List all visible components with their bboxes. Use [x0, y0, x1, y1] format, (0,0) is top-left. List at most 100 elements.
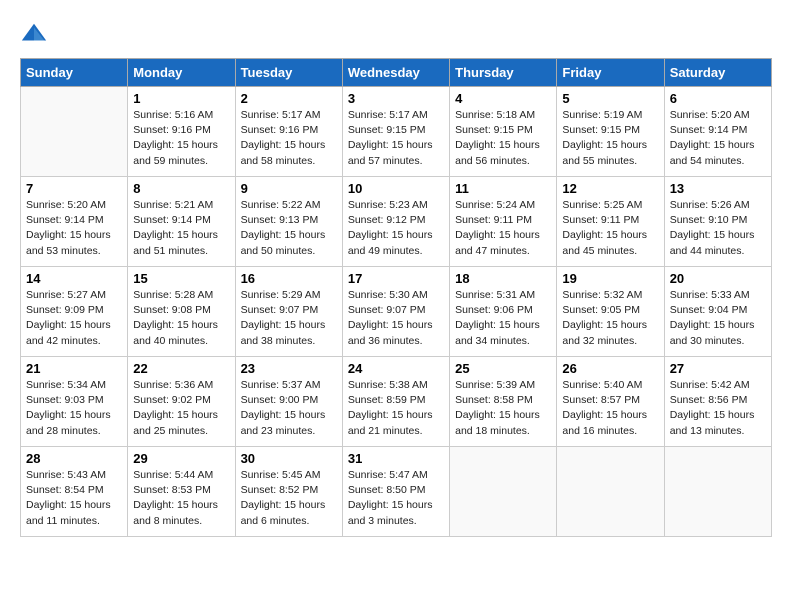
day-info: Sunrise: 5:32 AMSunset: 9:05 PMDaylight:…	[562, 288, 658, 349]
calendar-cell: 15 Sunrise: 5:28 AMSunset: 9:08 PMDaylig…	[128, 267, 235, 357]
day-info: Sunrise: 5:45 AMSunset: 8:52 PMDaylight:…	[241, 468, 337, 529]
day-number: 30	[241, 451, 337, 466]
day-number: 2	[241, 91, 337, 106]
calendar-cell: 13 Sunrise: 5:26 AMSunset: 9:10 PMDaylig…	[664, 177, 771, 267]
calendar-cell: 18 Sunrise: 5:31 AMSunset: 9:06 PMDaylig…	[450, 267, 557, 357]
calendar-cell: 7 Sunrise: 5:20 AMSunset: 9:14 PMDayligh…	[21, 177, 128, 267]
calendar-row: 28 Sunrise: 5:43 AMSunset: 8:54 PMDaylig…	[21, 447, 772, 537]
day-info: Sunrise: 5:18 AMSunset: 9:15 PMDaylight:…	[455, 108, 551, 169]
logo-icon	[20, 20, 48, 48]
day-info: Sunrise: 5:23 AMSunset: 9:12 PMDaylight:…	[348, 198, 444, 259]
weekday-header-cell: Tuesday	[235, 59, 342, 87]
calendar-body: 1 Sunrise: 5:16 AMSunset: 9:16 PMDayligh…	[21, 87, 772, 537]
calendar-cell: 22 Sunrise: 5:36 AMSunset: 9:02 PMDaylig…	[128, 357, 235, 447]
logo	[20, 20, 52, 48]
day-number: 28	[26, 451, 122, 466]
day-info: Sunrise: 5:47 AMSunset: 8:50 PMDaylight:…	[348, 468, 444, 529]
calendar-cell: 21 Sunrise: 5:34 AMSunset: 9:03 PMDaylig…	[21, 357, 128, 447]
day-number: 29	[133, 451, 229, 466]
calendar-cell: 30 Sunrise: 5:45 AMSunset: 8:52 PMDaylig…	[235, 447, 342, 537]
calendar-cell: 24 Sunrise: 5:38 AMSunset: 8:59 PMDaylig…	[342, 357, 449, 447]
calendar-cell: 2 Sunrise: 5:17 AMSunset: 9:16 PMDayligh…	[235, 87, 342, 177]
calendar-row: 14 Sunrise: 5:27 AMSunset: 9:09 PMDaylig…	[21, 267, 772, 357]
day-number: 23	[241, 361, 337, 376]
day-info: Sunrise: 5:22 AMSunset: 9:13 PMDaylight:…	[241, 198, 337, 259]
day-info: Sunrise: 5:20 AMSunset: 9:14 PMDaylight:…	[26, 198, 122, 259]
day-number: 15	[133, 271, 229, 286]
day-number: 16	[241, 271, 337, 286]
day-number: 4	[455, 91, 551, 106]
day-info: Sunrise: 5:37 AMSunset: 9:00 PMDaylight:…	[241, 378, 337, 439]
day-number: 9	[241, 181, 337, 196]
calendar-cell: 14 Sunrise: 5:27 AMSunset: 9:09 PMDaylig…	[21, 267, 128, 357]
day-info: Sunrise: 5:31 AMSunset: 9:06 PMDaylight:…	[455, 288, 551, 349]
day-info: Sunrise: 5:21 AMSunset: 9:14 PMDaylight:…	[133, 198, 229, 259]
calendar-cell: 6 Sunrise: 5:20 AMSunset: 9:14 PMDayligh…	[664, 87, 771, 177]
day-number: 26	[562, 361, 658, 376]
day-number: 21	[26, 361, 122, 376]
calendar-cell: 11 Sunrise: 5:24 AMSunset: 9:11 PMDaylig…	[450, 177, 557, 267]
calendar-cell: 5 Sunrise: 5:19 AMSunset: 9:15 PMDayligh…	[557, 87, 664, 177]
day-info: Sunrise: 5:26 AMSunset: 9:10 PMDaylight:…	[670, 198, 766, 259]
day-number: 7	[26, 181, 122, 196]
day-info: Sunrise: 5:24 AMSunset: 9:11 PMDaylight:…	[455, 198, 551, 259]
day-number: 19	[562, 271, 658, 286]
day-number: 10	[348, 181, 444, 196]
day-number: 11	[455, 181, 551, 196]
calendar-cell: 16 Sunrise: 5:29 AMSunset: 9:07 PMDaylig…	[235, 267, 342, 357]
calendar-cell: 27 Sunrise: 5:42 AMSunset: 8:56 PMDaylig…	[664, 357, 771, 447]
calendar-cell: 3 Sunrise: 5:17 AMSunset: 9:15 PMDayligh…	[342, 87, 449, 177]
calendar-cell	[21, 87, 128, 177]
calendar-cell: 25 Sunrise: 5:39 AMSunset: 8:58 PMDaylig…	[450, 357, 557, 447]
day-info: Sunrise: 5:38 AMSunset: 8:59 PMDaylight:…	[348, 378, 444, 439]
weekday-header-cell: Thursday	[450, 59, 557, 87]
day-number: 8	[133, 181, 229, 196]
calendar-table: SundayMondayTuesdayWednesdayThursdayFrid…	[20, 58, 772, 537]
calendar-cell: 28 Sunrise: 5:43 AMSunset: 8:54 PMDaylig…	[21, 447, 128, 537]
day-info: Sunrise: 5:42 AMSunset: 8:56 PMDaylight:…	[670, 378, 766, 439]
day-info: Sunrise: 5:40 AMSunset: 8:57 PMDaylight:…	[562, 378, 658, 439]
calendar-cell: 31 Sunrise: 5:47 AMSunset: 8:50 PMDaylig…	[342, 447, 449, 537]
day-number: 1	[133, 91, 229, 106]
weekday-header-row: SundayMondayTuesdayWednesdayThursdayFrid…	[21, 59, 772, 87]
calendar-cell	[557, 447, 664, 537]
day-info: Sunrise: 5:33 AMSunset: 9:04 PMDaylight:…	[670, 288, 766, 349]
day-number: 18	[455, 271, 551, 286]
day-number: 14	[26, 271, 122, 286]
day-info: Sunrise: 5:28 AMSunset: 9:08 PMDaylight:…	[133, 288, 229, 349]
weekday-header-cell: Friday	[557, 59, 664, 87]
day-number: 13	[670, 181, 766, 196]
day-info: Sunrise: 5:34 AMSunset: 9:03 PMDaylight:…	[26, 378, 122, 439]
day-info: Sunrise: 5:29 AMSunset: 9:07 PMDaylight:…	[241, 288, 337, 349]
day-number: 12	[562, 181, 658, 196]
day-info: Sunrise: 5:19 AMSunset: 9:15 PMDaylight:…	[562, 108, 658, 169]
calendar-cell	[664, 447, 771, 537]
calendar-cell	[450, 447, 557, 537]
day-info: Sunrise: 5:30 AMSunset: 9:07 PMDaylight:…	[348, 288, 444, 349]
day-info: Sunrise: 5:44 AMSunset: 8:53 PMDaylight:…	[133, 468, 229, 529]
weekday-header-cell: Sunday	[21, 59, 128, 87]
calendar-row: 21 Sunrise: 5:34 AMSunset: 9:03 PMDaylig…	[21, 357, 772, 447]
calendar-cell: 19 Sunrise: 5:32 AMSunset: 9:05 PMDaylig…	[557, 267, 664, 357]
day-info: Sunrise: 5:16 AMSunset: 9:16 PMDaylight:…	[133, 108, 229, 169]
day-info: Sunrise: 5:17 AMSunset: 9:16 PMDaylight:…	[241, 108, 337, 169]
weekday-header-cell: Saturday	[664, 59, 771, 87]
calendar-cell: 9 Sunrise: 5:22 AMSunset: 9:13 PMDayligh…	[235, 177, 342, 267]
calendar-row: 7 Sunrise: 5:20 AMSunset: 9:14 PMDayligh…	[21, 177, 772, 267]
day-info: Sunrise: 5:39 AMSunset: 8:58 PMDaylight:…	[455, 378, 551, 439]
calendar-cell: 1 Sunrise: 5:16 AMSunset: 9:16 PMDayligh…	[128, 87, 235, 177]
calendar-cell: 26 Sunrise: 5:40 AMSunset: 8:57 PMDaylig…	[557, 357, 664, 447]
calendar-cell: 10 Sunrise: 5:23 AMSunset: 9:12 PMDaylig…	[342, 177, 449, 267]
day-number: 22	[133, 361, 229, 376]
day-number: 27	[670, 361, 766, 376]
calendar-cell: 17 Sunrise: 5:30 AMSunset: 9:07 PMDaylig…	[342, 267, 449, 357]
day-info: Sunrise: 5:43 AMSunset: 8:54 PMDaylight:…	[26, 468, 122, 529]
day-number: 5	[562, 91, 658, 106]
day-number: 24	[348, 361, 444, 376]
day-number: 25	[455, 361, 551, 376]
calendar-cell: 4 Sunrise: 5:18 AMSunset: 9:15 PMDayligh…	[450, 87, 557, 177]
page-header	[20, 20, 772, 48]
day-number: 6	[670, 91, 766, 106]
day-number: 17	[348, 271, 444, 286]
calendar-cell: 20 Sunrise: 5:33 AMSunset: 9:04 PMDaylig…	[664, 267, 771, 357]
